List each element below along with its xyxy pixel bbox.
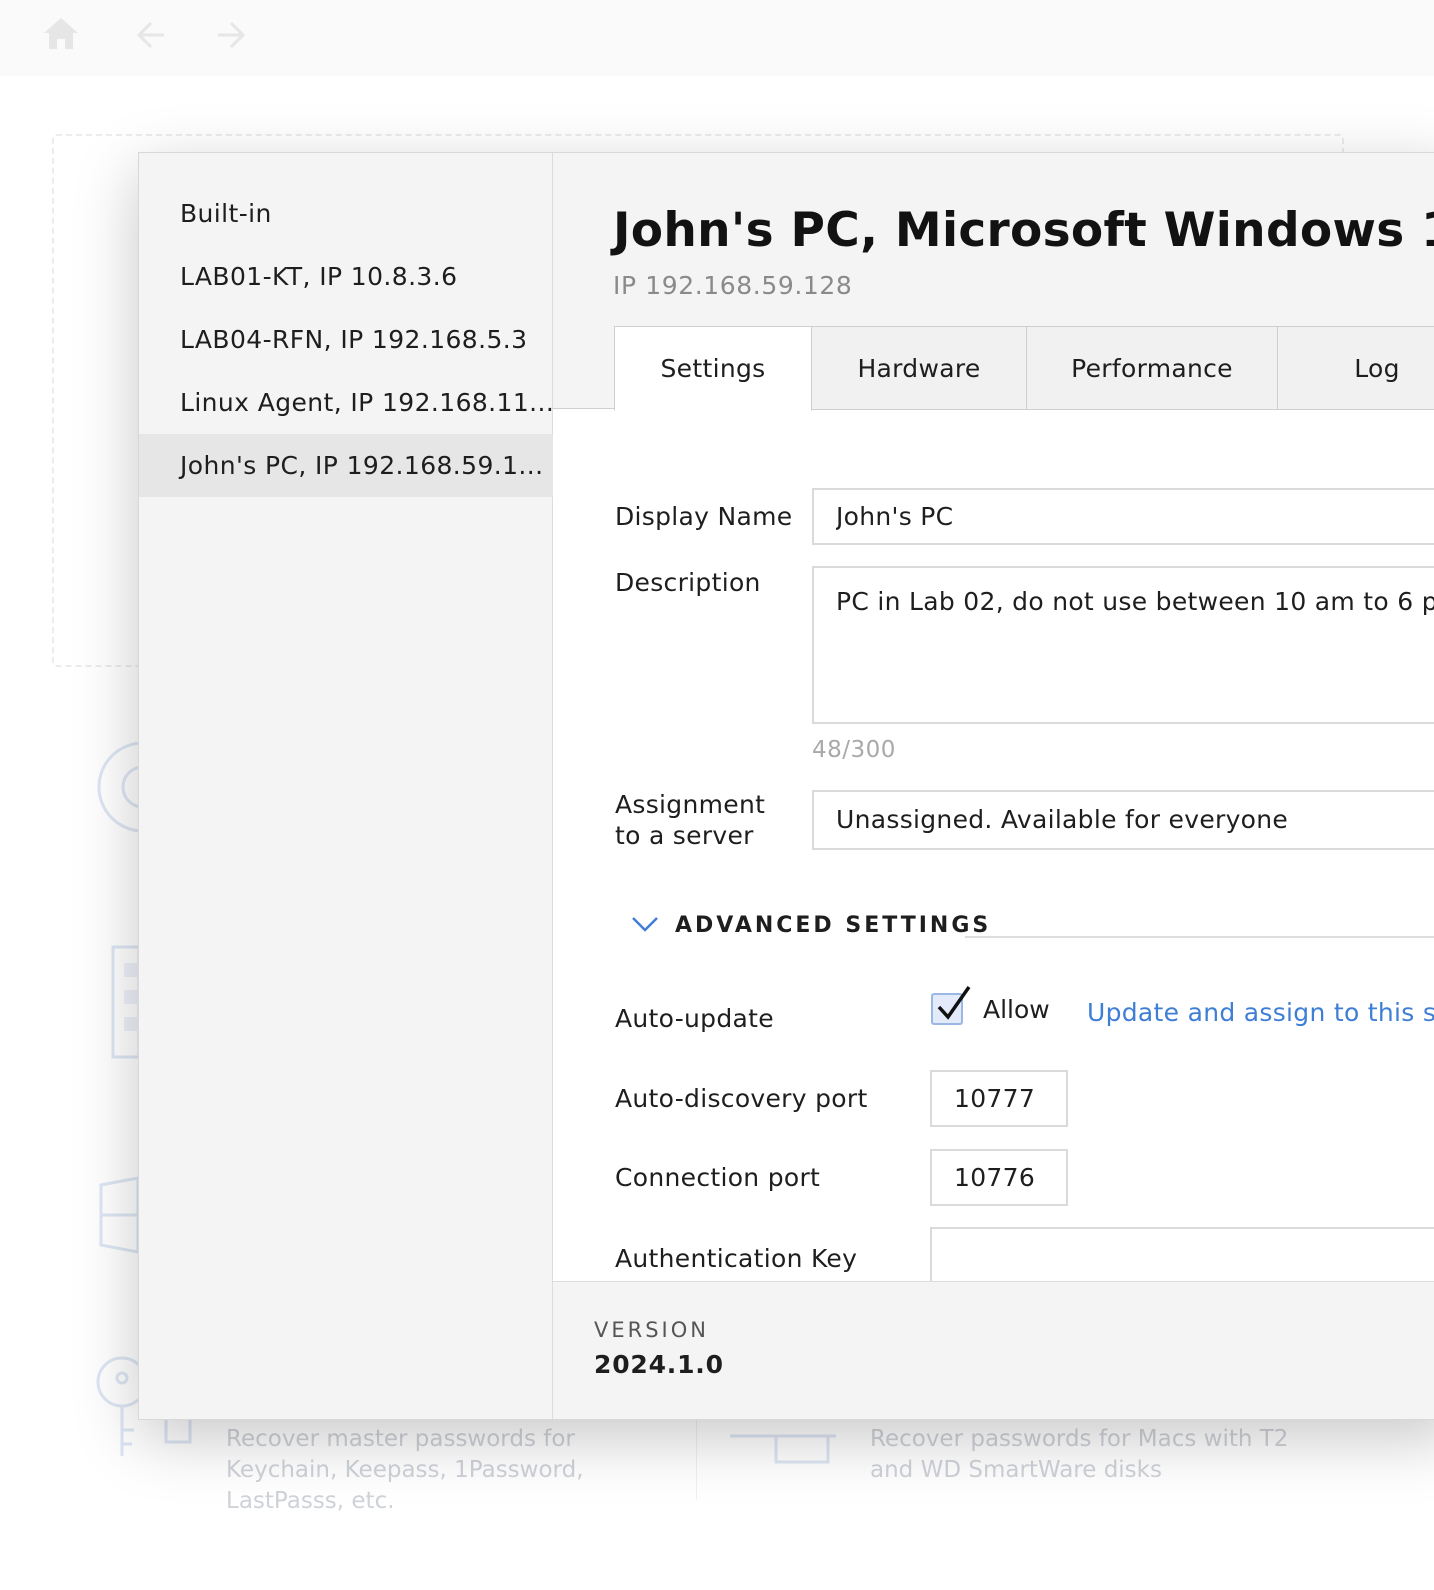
- description-field[interactable]: PC in Lab 02, do not use between 10 am t…: [812, 566, 1434, 724]
- page-title: John's PC, Microsoft Windows 10,: [613, 203, 1434, 258]
- authentication-key-label: Authentication Key: [615, 1244, 858, 1273]
- agent-settings-dialog: Built-in LAB01-KT, IP 10.8.3.6 LAB04-RFN…: [138, 152, 1434, 1420]
- card-divider: [696, 1420, 697, 1500]
- memory-icon: [110, 945, 141, 1064]
- windows-icon: [98, 1175, 140, 1259]
- assignment-label-line2: to a server: [615, 821, 754, 850]
- advanced-settings-heading: ADVANCED SETTINGS: [675, 913, 992, 938]
- sidebar-item-lab01-kt[interactable]: LAB01-KT, IP 10.8.3.6: [139, 245, 553, 308]
- description-character-counter: 48/300: [812, 737, 896, 763]
- laptop-icon: [728, 1418, 840, 1470]
- dialog-footer: VERSION 2024.1.0: [553, 1281, 1434, 1419]
- tab-performance[interactable]: Performance: [1026, 326, 1278, 410]
- update-and-assign-link[interactable]: Update and assign to this se: [1087, 998, 1434, 1027]
- arrow-right-icon[interactable]: [212, 17, 248, 57]
- checkmark-icon: [937, 985, 971, 1020]
- connection-port-field[interactable]: [930, 1149, 1068, 1206]
- tab-settings[interactable]: Settings: [614, 326, 812, 411]
- auto-update-checkbox[interactable]: [931, 985, 971, 1025]
- card-description-right: Recover passwords for Macs with T2 and W…: [870, 1426, 1289, 1483]
- tab-hardware[interactable]: Hardware: [811, 326, 1027, 410]
- arrow-left-icon[interactable]: [134, 17, 170, 57]
- auto-discovery-port-label: Auto-discovery port: [615, 1084, 868, 1113]
- agent-detail-panel: John's PC, Microsoft Windows 10, IP 192.…: [553, 153, 1434, 1281]
- sidebar-item-johns-pc[interactable]: John's PC, IP 192.168.59.1...: [139, 434, 553, 497]
- tabs-baseline: [553, 408, 615, 409]
- top-navigation-bar: [0, 0, 1434, 76]
- chevron-down-icon: [631, 915, 659, 937]
- version-value: 2024.1.0: [594, 1350, 724, 1379]
- connection-port-label: Connection port: [615, 1163, 821, 1192]
- server-assignment-select[interactable]: Unassigned. Available for everyone: [812, 790, 1434, 850]
- advanced-settings-toggle[interactable]: ADVANCED SETTINGS: [631, 913, 991, 938]
- sidebar-item-built-in[interactable]: Built-in: [139, 182, 553, 245]
- display-name-label: Display Name: [615, 502, 793, 531]
- allow-label: Allow: [983, 995, 1050, 1024]
- assignment-label-line1: Assignment: [615, 790, 766, 819]
- home-icon[interactable]: [42, 14, 80, 56]
- version-label: VERSION: [594, 1318, 709, 1342]
- agent-ip: IP 192.168.59.128: [613, 271, 853, 300]
- authentication-key-field[interactable]: [930, 1227, 1434, 1281]
- agents-sidebar: Built-in LAB01-KT, IP 10.8.3.6 LAB04-RFN…: [139, 153, 553, 1419]
- display-name-field[interactable]: [812, 488, 1434, 545]
- auto-update-label: Auto-update: [615, 1004, 774, 1033]
- sidebar-item-linux-agent[interactable]: Linux Agent, IP 192.168.11...: [139, 371, 553, 434]
- section-divider: [965, 936, 1434, 938]
- tab-log[interactable]: Log: [1277, 326, 1434, 410]
- card-description-left: Recover master passwords for Keychain, K…: [226, 1426, 584, 1514]
- sidebar-item-lab04-rfn[interactable]: LAB04-RFN, IP 192.168.5.3: [139, 308, 553, 371]
- detail-header: John's PC, Microsoft Windows 10, IP 192.…: [553, 153, 1434, 411]
- auto-discovery-port-field[interactable]: [930, 1070, 1068, 1127]
- description-label: Description: [615, 568, 761, 597]
